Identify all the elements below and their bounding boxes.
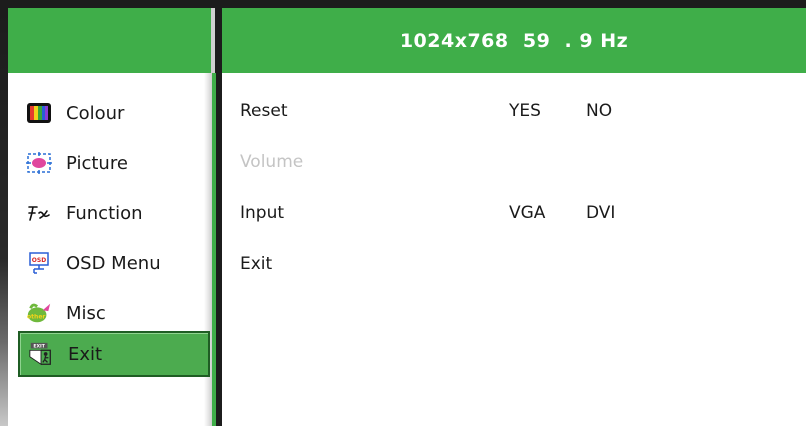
exit-row[interactable]: Exit <box>240 254 272 284</box>
input-label: Input <box>240 203 285 223</box>
input-dvi-option[interactable]: DVI <box>586 203 615 223</box>
menu-item-picture[interactable]: Picture <box>18 142 208 184</box>
reset-label: Reset <box>240 101 288 121</box>
fx-function-icon <box>26 200 52 226</box>
misc-icon-text: other <box>27 314 45 321</box>
volume-row: Volume <box>240 152 303 182</box>
exit-icon-text: EXIT <box>33 344 45 350</box>
menu-item-label: Picture <box>66 152 128 174</box>
left-header-bar <box>8 8 215 73</box>
osd-window: 1024x768 59 . 9 Hz Colour Picture Functi… <box>0 0 806 426</box>
menu-item-label: Misc <box>66 302 106 324</box>
picture-position-icon <box>26 150 52 176</box>
menu-item-misc[interactable]: other Misc <box>18 292 208 334</box>
menu-item-label: Exit <box>68 343 103 365</box>
menu-item-osd-menu[interactable]: OSD OSD Menu <box>18 242 208 284</box>
resolution-readout: 1024x768 59 . 9 Hz <box>399 29 629 52</box>
left-edge-shadow <box>0 8 8 426</box>
exit-icon: EXIT <box>28 341 54 367</box>
reset-yes-option[interactable]: YES <box>509 101 541 121</box>
colour-bars-icon <box>26 100 52 126</box>
osd-icon-text: OSD <box>32 257 46 264</box>
resolution-header: 1024x768 59 . 9 Hz <box>222 8 806 73</box>
menu-item-function[interactable]: Function <box>18 192 208 234</box>
menu-item-label: OSD Menu <box>66 252 161 274</box>
osd-menu-icon: OSD <box>26 250 52 276</box>
input-row[interactable]: Input <box>240 203 284 233</box>
panel-divider-green <box>212 73 216 426</box>
reset-row[interactable]: Reset <box>240 101 288 131</box>
submenu-panel <box>222 73 806 426</box>
reset-no-option[interactable]: NO <box>586 101 612 121</box>
menu-item-label: Colour <box>66 102 125 124</box>
menu-item-exit[interactable]: EXIT Exit <box>18 331 210 377</box>
menu-item-label: Function <box>66 202 143 224</box>
exit-label: Exit <box>240 254 273 274</box>
input-vga-option[interactable]: VGA <box>509 203 545 223</box>
misc-other-icon: other <box>26 300 52 326</box>
menu-item-colour[interactable]: Colour <box>18 92 208 134</box>
volume-label: Volume <box>240 152 304 172</box>
